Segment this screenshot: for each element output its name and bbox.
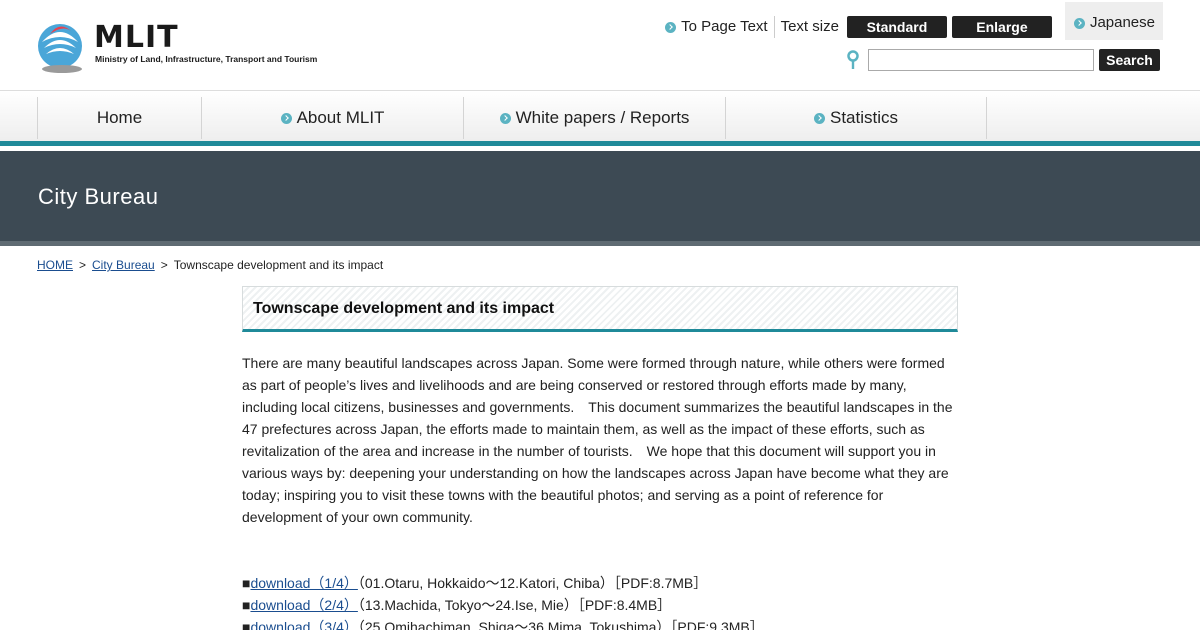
section-title: City Bureau	[38, 184, 159, 209]
download-description: （25.Omihachiman, Shiga～36.Mima, Tokushim…	[357, 619, 764, 630]
intro-paragraph: There are many beautiful landscapes acro…	[242, 355, 953, 525]
nav-item-white-papers[interactable]: White papers / Reports	[463, 97, 725, 139]
breadcrumb-home-link[interactable]: HOME	[37, 258, 73, 272]
utility-links: To Page Text Text size Standard Enlarge …	[665, 2, 1163, 40]
search-pin-icon	[847, 50, 859, 69]
language-label: Japanese	[1089, 14, 1155, 31]
site-header: MLIT Ministry of Land, Infrastructure, T…	[0, 0, 1200, 90]
arrow-bullet-icon	[280, 112, 292, 124]
nav-item-home[interactable]: Home	[37, 97, 201, 139]
download-list: ■download（1/4）（01.Otaru, Hokkaido～12.Kat…	[242, 572, 958, 630]
logo-wordmark: MLIT	[94, 20, 179, 55]
breadcrumb: HOME > City Bureau > Townscape developme…	[37, 258, 383, 272]
breadcrumb-separator: >	[160, 258, 168, 272]
nav-item-statistics[interactable]: Statistics	[725, 97, 987, 139]
download-link-2[interactable]: download（2/4）	[250, 597, 357, 613]
global-nav: Home About MLIT White papers / Reports S…	[0, 90, 1200, 146]
list-item: ■download（1/4）（01.Otaru, Hokkaido～12.Kat…	[242, 572, 958, 594]
nav-label: About MLIT	[296, 108, 385, 127]
breadcrumb-city-bureau-link[interactable]: City Bureau	[92, 258, 155, 272]
search-bar: Search	[846, 49, 1160, 71]
standard-text-button[interactable]: Standard	[846, 16, 947, 38]
to-page-text-link[interactable]: To Page Text	[665, 16, 775, 38]
page-title: Townscape development and its impact	[242, 286, 958, 332]
text-size-label: Text size	[780, 18, 839, 35]
main-content: Townscape development and its impact The…	[242, 286, 958, 630]
to-page-text-label: To Page Text	[681, 18, 768, 35]
list-item: ■download（2/4）（13.Machida, Tokyo～24.Ise,…	[242, 594, 958, 616]
nav-item-about[interactable]: About MLIT	[201, 97, 463, 139]
arrow-bullet-icon	[813, 112, 825, 124]
download-description: （01.Otaru, Hokkaido～12.Katori, Chiba）［PD…	[357, 575, 708, 591]
nav-label: Statistics	[829, 108, 899, 127]
arrow-bullet-icon	[1073, 17, 1085, 29]
arrow-bullet-icon	[665, 21, 677, 33]
nav-label: White papers / Reports	[515, 108, 690, 127]
search-input[interactable]	[868, 49, 1094, 71]
download-description: （13.Machida, Tokyo～24.Ise, Mie）［PDF:8.4M…	[357, 597, 672, 613]
mlit-emblem-icon	[38, 24, 82, 73]
mlit-logo[interactable]: MLIT Ministry of Land, Infrastructure, T…	[36, 18, 317, 76]
download-link-1[interactable]: download（1/4）	[250, 575, 357, 591]
section-banner: City Bureau	[0, 151, 1200, 246]
breadcrumb-current: Townscape development and its impact	[173, 258, 384, 272]
enlarge-text-button[interactable]: Enlarge	[951, 16, 1052, 38]
arrow-bullet-icon	[499, 112, 511, 124]
nav-label: Home	[96, 108, 143, 127]
download-link-3[interactable]: download（3/4）	[250, 619, 357, 630]
search-button[interactable]: Search	[1099, 49, 1160, 71]
list-item: ■download（3/4）（25.Omihachiman, Shiga～36.…	[242, 616, 958, 630]
language-switch[interactable]: Japanese	[1064, 2, 1163, 40]
breadcrumb-separator: >	[79, 258, 87, 272]
logo-subtitle: Ministry of Land, Infrastructure, Transp…	[95, 54, 318, 64]
